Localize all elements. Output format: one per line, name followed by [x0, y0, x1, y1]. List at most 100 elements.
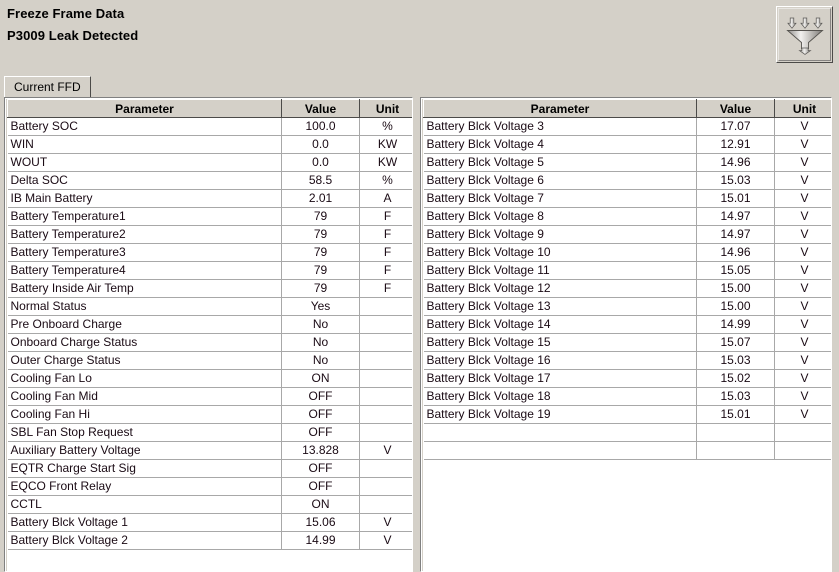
column-header-value[interactable]: Value [696, 99, 775, 118]
cell-parameter: Battery Inside Air Temp [7, 279, 282, 298]
table-row[interactable]: Battery Temperature2 79 F [7, 225, 412, 244]
table-row[interactable]: Cooling Fan Mid OFF [7, 387, 412, 406]
table-row[interactable]: EQTR Charge Start Sig OFF [7, 459, 412, 478]
cell-unit: V [774, 405, 831, 424]
table-row[interactable]: WIN 0.0 KW [7, 135, 412, 154]
table-row[interactable]: Pre Onboard Charge No [7, 315, 412, 334]
cell-unit: V [774, 243, 831, 262]
table-row[interactable]: Battery Blck Voltage 7 15.01 V [423, 189, 831, 208]
cell-parameter: Delta SOC [7, 171, 282, 190]
table-row[interactable]: Battery Blck Voltage 13 15.00 V [423, 297, 831, 316]
cell-parameter [423, 441, 697, 460]
cell-value: 15.00 [696, 297, 775, 316]
table-row[interactable]: Battery Blck Voltage 9 14.97 V [423, 225, 831, 244]
cell-unit: V [359, 441, 412, 460]
cell-value: OFF [281, 405, 360, 424]
table-row[interactable]: CCTL ON [7, 495, 412, 514]
table-row[interactable]: Battery Blck Voltage 19 15.01 V [423, 405, 831, 424]
table-row[interactable] [423, 441, 831, 460]
cell-parameter: Auxiliary Battery Voltage [7, 441, 282, 460]
cell-value: 17.07 [696, 117, 775, 136]
funnel-filter-icon [785, 17, 824, 55]
table-row[interactable]: Battery Blck Voltage 16 15.03 V [423, 351, 831, 370]
table-row[interactable]: Battery Blck Voltage 12 15.00 V [423, 279, 831, 298]
table-row[interactable]: Battery Temperature4 79 F [7, 261, 412, 280]
grid-right-body: Battery Blck Voltage 3 17.07 V Battery Blck… [423, 117, 831, 460]
tab-current-ffd[interactable]: Current FFD [4, 76, 91, 97]
cell-value: 0.0 [281, 153, 360, 172]
cell-parameter: Cooling Fan Lo [7, 369, 282, 388]
grid-right-viewport[interactable]: Parameter Value Unit Battery Blck Voltag… [422, 99, 831, 571]
cell-parameter: Battery Blck Voltage 17 [423, 369, 697, 388]
table-row[interactable]: Battery Inside Air Temp 79 F [7, 279, 412, 298]
column-header-value[interactable]: Value [281, 99, 360, 118]
table-row[interactable]: Battery Temperature3 79 F [7, 243, 412, 262]
cell-parameter: Battery Blck Voltage 5 [423, 153, 697, 172]
table-row[interactable]: Battery Blck Voltage 11 15.05 V [423, 261, 831, 280]
table-row[interactable]: Onboard Charge Status No [7, 333, 412, 352]
cell-value: 14.99 [281, 531, 360, 550]
grid-left-body: Battery SOC 100.0% WIN 0.0 KW WOUT 0.0 KW Delta … [7, 117, 412, 550]
cell-parameter: Battery Temperature4 [7, 261, 282, 280]
table-row[interactable]: Battery Blck Voltage 5 14.96 V [423, 153, 831, 172]
cell-parameter: WIN [7, 135, 282, 154]
table-row[interactable]: SBL Fan Stop Request OFF [7, 423, 412, 442]
column-header-unit[interactable]: Unit [359, 99, 412, 118]
cell-value: 100.0 [281, 117, 360, 136]
grid-left-viewport[interactable]: Parameter Value Unit Battery SOC 100.0% WI… [6, 99, 412, 571]
table-row[interactable]: Outer Charge Status No [7, 351, 412, 370]
table-row[interactable]: Battery Blck Voltage 8 14.97 V [423, 207, 831, 226]
table-row[interactable]: Battery Blck Voltage 3 17.07 V [423, 117, 831, 136]
filter-funnel-button[interactable] [776, 6, 833, 63]
parameter-grid-left: Parameter Value Unit Battery SOC 100.0% WI… [4, 97, 413, 572]
tab-strip: Current FFD [4, 76, 835, 97]
table-row[interactable]: Battery Blck Voltage 1 15.06 V [7, 513, 412, 532]
cell-value: ON [281, 369, 360, 388]
cell-parameter: Battery Blck Voltage 16 [423, 351, 697, 370]
cell-value: No [281, 315, 360, 334]
table-row[interactable]: Battery Blck Voltage 14 14.99 V [423, 315, 831, 334]
table-row[interactable]: IB Main Battery 2.01 A [7, 189, 412, 208]
table-row[interactable]: Battery Blck Voltage 6 15.03 V [423, 171, 831, 190]
column-header-unit[interactable]: Unit [774, 99, 831, 118]
cell-unit: F [359, 279, 412, 298]
cell-value: OFF [281, 423, 360, 442]
header-area: Freeze Frame Data P3009 Leak Detected [0, 0, 839, 70]
table-row[interactable]: Battery Blck Voltage 15 15.07 V [423, 333, 831, 352]
table-row[interactable]: EQCO Front Relay OFF [7, 477, 412, 496]
column-header-parameter[interactable]: Parameter [423, 99, 697, 118]
cell-parameter: Battery Blck Voltage 19 [423, 405, 697, 424]
cell-unit: V [774, 225, 831, 244]
cell-unit: F [359, 261, 412, 280]
table-row[interactable] [423, 423, 831, 442]
table-row[interactable]: Battery Blck Voltage 2 14.99 V [7, 531, 412, 550]
table-row[interactable]: WOUT 0.0 KW [7, 153, 412, 172]
column-header-parameter[interactable]: Parameter [7, 99, 282, 118]
cell-parameter: Battery SOC [7, 117, 282, 136]
cell-value: 58.5 [281, 171, 360, 190]
table-row[interactable]: Battery Blck Voltage 18 15.03 V [423, 387, 831, 406]
cell-parameter: Battery Blck Voltage 9 [423, 225, 697, 244]
table-row[interactable]: Delta SOC 58.5% [7, 171, 412, 190]
cell-value: 15.01 [696, 189, 775, 208]
cell-value: No [281, 351, 360, 370]
cell-value: 12.91 [696, 135, 775, 154]
table-row[interactable]: Battery SOC 100.0% [7, 117, 412, 136]
cell-value: 15.03 [696, 351, 775, 370]
cell-value: 15.07 [696, 333, 775, 352]
table-row[interactable]: Cooling Fan Lo ON [7, 369, 412, 388]
cell-unit [359, 459, 412, 478]
cell-unit: V [774, 279, 831, 298]
cell-unit: F [359, 207, 412, 226]
table-row[interactable]: Battery Temperature1 79 F [7, 207, 412, 226]
table-row[interactable]: Battery Blck Voltage 10 14.96 V [423, 243, 831, 262]
table-row[interactable]: Battery Blck Voltage 4 12.91 V [423, 135, 831, 154]
cell-parameter: Battery Blck Voltage 7 [423, 189, 697, 208]
cell-unit [359, 333, 412, 352]
cell-parameter: Outer Charge Status [7, 351, 282, 370]
table-row[interactable]: Cooling Fan Hi OFF [7, 405, 412, 424]
table-row[interactable]: Battery Blck Voltage 17 15.02 V [423, 369, 831, 388]
table-row[interactable]: Auxiliary Battery Voltage 13.828 V [7, 441, 412, 460]
cell-unit [359, 405, 412, 424]
table-row[interactable]: Normal Status Yes [7, 297, 412, 316]
